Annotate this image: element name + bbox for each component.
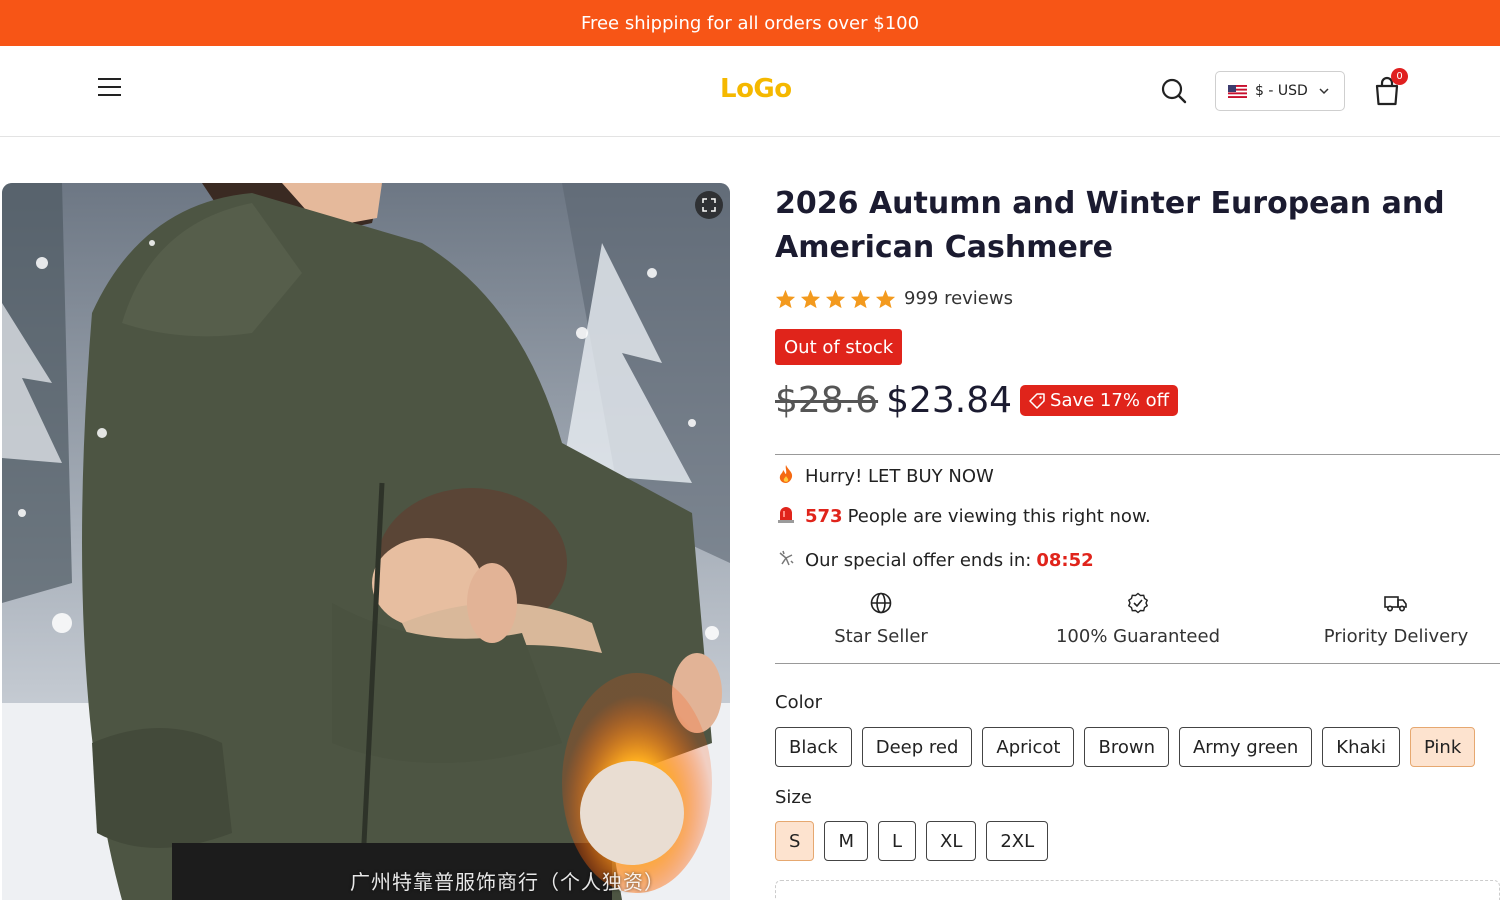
image-watermark: 广州特靠普服饰商行（个人独资） <box>350 870 665 894</box>
divider <box>775 454 1500 455</box>
tag-icon <box>1029 392 1045 409</box>
star-icon <box>825 289 846 308</box>
product-title: 2026 Autumn and Winter European and Amer… <box>775 186 1445 265</box>
discount-text: Save 17% off <box>1050 390 1170 411</box>
size-option-xl[interactable]: XL <box>926 821 977 861</box>
chevron-down-icon <box>1319 88 1329 95</box>
trust-badges: Star Seller 100% Guaranteed Priority Del… <box>775 590 1500 664</box>
sparkle-icon <box>775 549 797 572</box>
color-option-khaki[interactable]: Khaki <box>1322 727 1400 767</box>
alarm-light-icon <box>775 504 797 529</box>
quantity-box <box>775 880 1500 900</box>
offer-line: Our special offer ends in: 08:52 <box>775 549 1094 572</box>
price-row: $28.6 $23.84 Save 17% off <box>775 380 1179 421</box>
badge-label: Star Seller <box>834 626 928 647</box>
viewers-count: 573 <box>805 506 843 527</box>
viewers-line: 573 People are viewing this right now. <box>775 504 1151 529</box>
badge-priority-delivery: Priority Delivery <box>1271 590 1500 647</box>
truck-icon <box>1384 596 1407 612</box>
expand-icon <box>702 198 716 212</box>
review-count: 999 reviews <box>904 288 1013 309</box>
size-option-2xl[interactable]: 2XL <box>986 821 1049 861</box>
size-option-l[interactable]: L <box>877 821 916 861</box>
product-rating[interactable]: 999 reviews <box>775 288 1013 309</box>
cart-count-badge: 0 <box>1391 68 1408 85</box>
menu-icon[interactable] <box>98 78 124 104</box>
site-logo[interactable]: LoGo <box>720 74 792 104</box>
site-header: LoGo $ - USD 0 <box>0 46 1500 137</box>
globe-icon <box>870 592 892 614</box>
search-icon[interactable] <box>1160 77 1188 105</box>
announcement-text: Free shipping for all orders over $100 <box>580 12 920 34</box>
offer-text: Our special offer ends in: <box>805 550 1032 571</box>
currency-selector[interactable]: $ - USD <box>1215 71 1345 111</box>
viewers-text: People are viewing this right now. <box>847 506 1151 527</box>
countdown-timer: 08:52 <box>1036 550 1094 571</box>
star-icon <box>875 289 896 308</box>
size-label: Size <box>775 787 812 808</box>
color-option-apricot[interactable]: Apricot <box>982 727 1075 767</box>
us-flag-icon <box>1228 84 1247 98</box>
zoom-button[interactable] <box>695 191 723 219</box>
discount-badge: Save 17% off <box>1020 385 1179 416</box>
color-label: Color <box>775 692 822 713</box>
color-options: Black Deep red Apricot Brown Army green Khaki… <box>775 727 1485 767</box>
size-option-m[interactable]: M <box>824 821 868 861</box>
fire-icon <box>775 464 797 489</box>
star-icon <box>800 289 821 308</box>
color-option-army-green[interactable]: Army green <box>1178 727 1313 767</box>
hurry-text: Hurry! LET BUY NOW <box>805 466 994 487</box>
rating-stars <box>775 289 900 309</box>
color-option-pink[interactable]: Pink <box>1409 727 1476 767</box>
badge-label: 100% Guaranteed <box>1055 626 1221 647</box>
stock-status-badge: Out of stock <box>775 329 903 365</box>
currency-label: $ - USD <box>1255 83 1308 99</box>
color-option-deep-red[interactable]: Deep red <box>861 727 973 767</box>
hurry-line: Hurry! LET BUY NOW <box>775 464 994 489</box>
announcement-bar: Free shipping for all orders over $100 <box>0 0 1500 46</box>
badge-label: Priority Delivery <box>1323 626 1469 647</box>
badge-guaranteed: 100% Guaranteed <box>1013 590 1263 647</box>
product-image[interactable] <box>2 183 730 900</box>
star-icon <box>850 289 871 308</box>
original-price: $28.6 <box>775 380 879 421</box>
color-option-brown[interactable]: Brown <box>1084 727 1169 767</box>
sale-price: $23.84 <box>886 380 1013 421</box>
check-badge-icon <box>1127 592 1149 614</box>
star-icon <box>775 289 796 308</box>
size-options: S M L XL 2XL <box>775 821 1058 861</box>
size-option-s[interactable]: S <box>775 821 815 861</box>
color-option-black[interactable]: Black <box>775 727 852 767</box>
product-photo <box>2 183 730 900</box>
badge-star-seller: Star Seller <box>756 590 1006 647</box>
